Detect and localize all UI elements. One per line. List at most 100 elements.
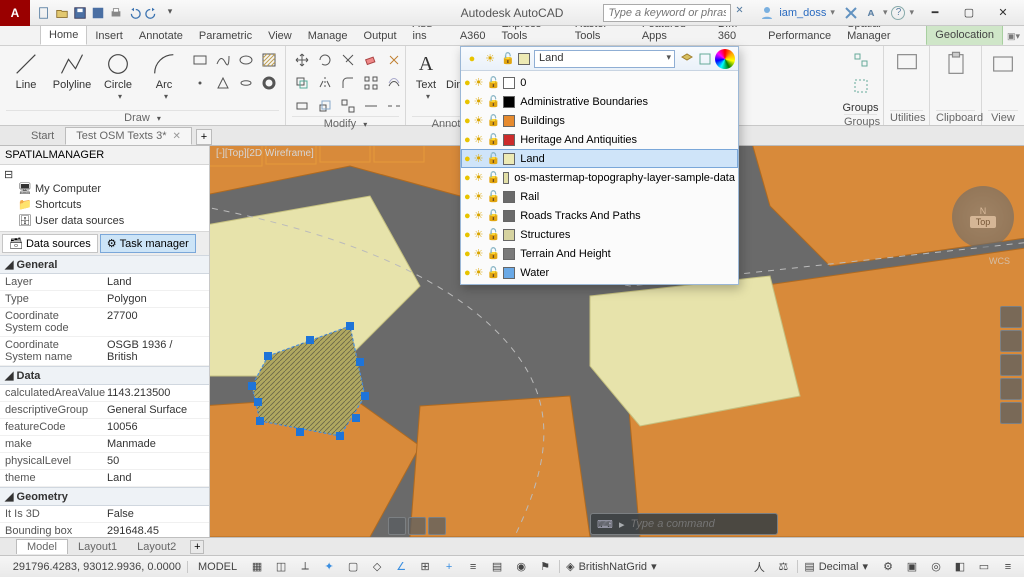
- dyn-icon[interactable]: +: [439, 558, 459, 576]
- lock-icon[interactable]: 🔓: [487, 247, 501, 260]
- close-icon[interactable]: ✕: [167, 131, 181, 142]
- tab-overflow-icon[interactable]: ▣▾: [1003, 28, 1024, 45]
- layer-row[interactable]: ●☀🔓Heritage And Antiquities: [461, 130, 738, 149]
- navbar-home-icon[interactable]: [1000, 306, 1022, 328]
- offset-icon[interactable]: [384, 73, 404, 93]
- doc-tab-active[interactable]: Test OSM Texts 3*✕: [65, 127, 192, 145]
- cat-general[interactable]: ◢ General: [0, 255, 209, 274]
- move-icon[interactable]: [292, 50, 312, 70]
- ducs-icon[interactable]: ⊞: [415, 558, 435, 576]
- utilities-button[interactable]: [890, 50, 923, 78]
- minimize-button[interactable]: ━: [918, 2, 952, 24]
- bulb-icon[interactable]: ●: [464, 210, 471, 222]
- maximize-button[interactable]: ▢: [952, 2, 986, 24]
- property-row[interactable]: physicalLevel50: [0, 453, 209, 470]
- lock-icon[interactable]: 🔓: [487, 266, 501, 279]
- clipboard-button[interactable]: [936, 50, 975, 78]
- osnap3d-icon[interactable]: ◇: [367, 558, 387, 576]
- tab-home[interactable]: Home: [40, 25, 87, 45]
- tree-mycomputer[interactable]: 🖥My Computer: [4, 181, 205, 197]
- property-row[interactable]: Bounding box Xmin291648.45: [0, 523, 209, 537]
- sc-icon[interactable]: ⚑: [535, 558, 555, 576]
- tab-model[interactable]: Model: [16, 539, 68, 554]
- lock-icon[interactable]: 🔓: [500, 51, 516, 67]
- property-row[interactable]: descriptiveGroupGeneral Surface: [0, 402, 209, 419]
- lock-icon[interactable]: 🔓: [487, 209, 501, 222]
- iso-icon[interactable]: ◧: [950, 558, 970, 576]
- rotate-icon[interactable]: [315, 50, 335, 70]
- tab-geolocation[interactable]: Geolocation: [926, 25, 1003, 45]
- tab-taskmanager[interactable]: ⚙Task manager: [100, 234, 196, 253]
- sun-icon[interactable]: ☀: [474, 228, 484, 241]
- lengthen-icon[interactable]: [361, 96, 381, 116]
- grid-icon[interactable]: ▦: [247, 558, 267, 576]
- panel-draw-title[interactable]: Draw ▾: [6, 110, 279, 125]
- array-icon[interactable]: [361, 73, 381, 93]
- sun-icon[interactable]: ☀: [474, 133, 484, 146]
- tree-shortcuts[interactable]: 📁Shortcuts: [4, 197, 205, 213]
- tab-manage[interactable]: Manage: [300, 27, 356, 45]
- rect-icon[interactable]: [190, 50, 210, 70]
- a360-icon[interactable]: ᴀ: [863, 5, 879, 21]
- navbar-steer-icon[interactable]: [1000, 402, 1022, 424]
- lock-icon[interactable]: 🔓: [487, 152, 501, 165]
- exchange-icon[interactable]: [843, 5, 859, 21]
- copy-icon[interactable]: [292, 73, 312, 93]
- hatch-icon[interactable]: [259, 50, 279, 70]
- navbar-zoom-icon[interactable]: [1000, 354, 1022, 376]
- circle-button[interactable]: Circle▾: [98, 50, 138, 101]
- bulb-icon[interactable]: ●: [464, 191, 471, 203]
- ws-icon[interactable]: ⚙: [878, 558, 898, 576]
- sun-icon[interactable]: ☀: [474, 152, 484, 165]
- spline-icon[interactable]: [213, 50, 233, 70]
- new-tab-button[interactable]: +: [196, 129, 212, 145]
- property-row[interactable]: calculatedAreaValue1143.213500: [0, 385, 209, 402]
- tab-layout2[interactable]: Layout2: [127, 540, 186, 554]
- redo-icon[interactable]: [144, 5, 160, 21]
- erase-icon[interactable]: [361, 50, 381, 70]
- property-row[interactable]: featureCode10056: [0, 419, 209, 436]
- tab-output[interactable]: Output: [356, 27, 405, 45]
- layer-dropdown[interactable]: ● ☀ 🔓 Land ●☀🔓0●☀🔓Administrative Boundar…: [460, 46, 739, 285]
- fillet-icon[interactable]: [338, 73, 358, 93]
- bulb-icon[interactable]: ●: [464, 51, 480, 67]
- bulb-icon[interactable]: ●: [464, 267, 471, 279]
- trim-icon[interactable]: [338, 50, 358, 70]
- app-logo[interactable]: [0, 0, 30, 26]
- properties-grid[interactable]: ◢ General LayerLandTypePolygonCoordinate…: [0, 255, 209, 537]
- clean-icon[interactable]: ▭: [974, 558, 994, 576]
- sun-icon[interactable]: ☀: [474, 76, 484, 89]
- user-name[interactable]: iam_doss: [779, 7, 826, 19]
- snap-icon[interactable]: ◫: [271, 558, 291, 576]
- sun-icon[interactable]: ☀: [474, 209, 484, 222]
- tab-insert[interactable]: Insert: [87, 27, 131, 45]
- layer-row[interactable]: ●☀🔓Roads Tracks And Paths: [461, 206, 738, 225]
- polyline-button[interactable]: Polyline: [52, 50, 92, 91]
- sun-icon[interactable]: ☀: [474, 190, 484, 203]
- group-icon2[interactable]: [851, 76, 871, 96]
- tab-a360[interactable]: A360: [452, 27, 494, 45]
- command-input[interactable]: [631, 518, 771, 530]
- search-icon[interactable]: [735, 5, 751, 21]
- panel-utilities-title[interactable]: Utilities: [890, 110, 923, 125]
- cat-data[interactable]: ◢ Data: [0, 366, 209, 385]
- sun-icon[interactable]: ☀: [474, 95, 484, 108]
- save-icon[interactable]: [72, 5, 88, 21]
- help-icon[interactable]: ?: [891, 6, 905, 20]
- layerstate-icon[interactable]: [679, 51, 695, 67]
- sun-icon[interactable]: ☀: [482, 51, 498, 67]
- ortho-icon[interactable]: ⟂: [295, 558, 315, 576]
- user-icon[interactable]: [759, 5, 775, 21]
- datasource-tree[interactable]: ⊟ 🖥My Computer 📁Shortcuts 🗄User data sou…: [0, 165, 209, 231]
- property-row[interactable]: LayerLand: [0, 274, 209, 291]
- bulb-icon[interactable]: ●: [464, 248, 471, 260]
- layer-row[interactable]: ●☀🔓os-mastermap-topography-layer-sample-…: [461, 168, 738, 187]
- tab-view[interactable]: View: [260, 27, 300, 45]
- color-wheel-icon[interactable]: [715, 49, 735, 69]
- vp-btn3[interactable]: [428, 517, 446, 535]
- view-cube[interactable]: N Top: [952, 186, 1014, 248]
- custom-icon[interactable]: ≡: [998, 558, 1018, 576]
- bulb-icon[interactable]: ●: [464, 172, 471, 184]
- polar-icon[interactable]: ✦: [319, 558, 339, 576]
- status-grid-info[interactable]: ◈ BritishNatGrid ▾: [559, 560, 662, 573]
